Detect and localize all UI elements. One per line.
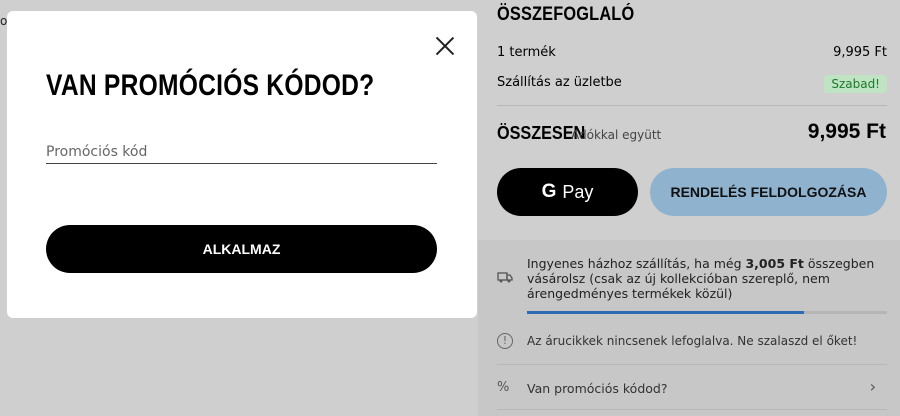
truck-icon (497, 270, 513, 288)
promo-code-modal: VAN PROMÓCIÓS KÓDOD? ALKALMAZ (7, 11, 477, 318)
percent-icon: % (497, 380, 510, 395)
google-g-icon: G (541, 181, 557, 202)
chevron-right-icon: › (869, 377, 876, 396)
shipping-progress-bar (527, 311, 887, 314)
divider (497, 364, 887, 365)
shipping-progress-fill (527, 311, 805, 314)
total-value: 9,995 Ft (807, 120, 886, 143)
close-icon[interactable] (434, 35, 456, 57)
shipping-label: Szállítás az üzletbe (497, 75, 622, 90)
remaining-amount: 3,005 Ft (745, 256, 804, 271)
apply-button[interactable]: ALKALMAZ (46, 225, 437, 273)
free-shipping-badge: Szabad! (824, 75, 887, 93)
info-icon: ! (497, 333, 513, 349)
reservation-notice: Az árucikkek nincsenek lefoglalva. Ne sz… (527, 334, 858, 348)
promo-code-link[interactable]: Van promóciós kódod? (527, 381, 667, 396)
items-label: 1 termék (497, 45, 556, 60)
divider (497, 105, 887, 106)
summary-title: ÖSSZEFOGLALÓ (497, 4, 635, 25)
gpay-label: Pay (562, 181, 594, 202)
promo-code-input[interactable] (46, 141, 437, 164)
promo-code-row[interactable]: % Van promóciós kódod? › (478, 366, 888, 410)
process-order-button[interactable]: RENDELÉS FELDOLGOZÁSA (650, 168, 887, 216)
items-value: 9,995 Ft (833, 45, 887, 60)
google-pay-button[interactable]: G Pay (497, 168, 638, 216)
modal-title: VAN PROMÓCIÓS KÓDOD? (46, 69, 375, 102)
total-sub-label: Adókkal együtt (571, 128, 662, 142)
free-shipping-text: Ingyenes házhoz szállítás, ha még 3,005 … (527, 256, 875, 301)
divider (497, 409, 887, 410)
